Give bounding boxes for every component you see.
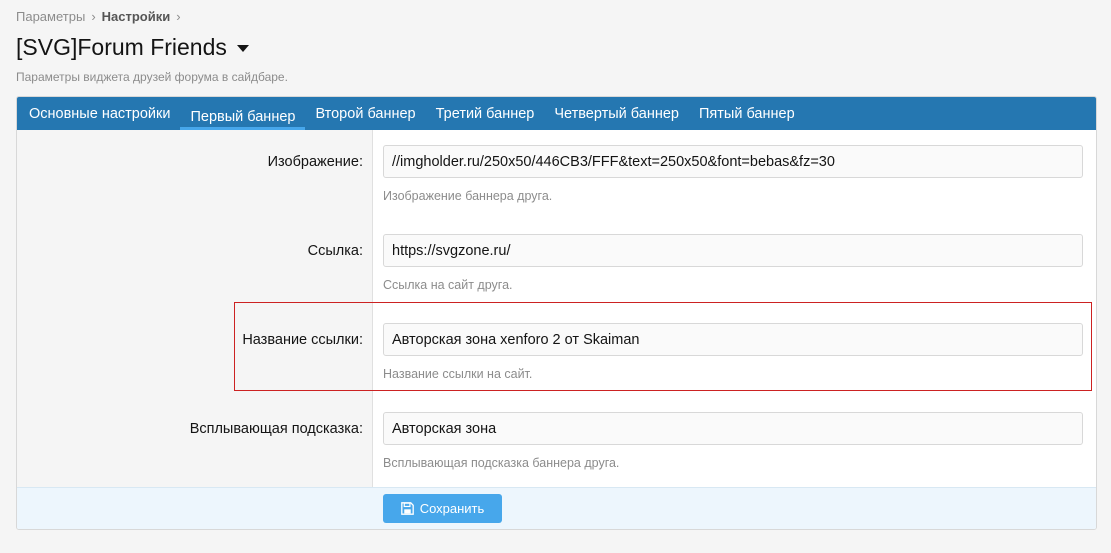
tooltip-label: Всплывающая подсказка: xyxy=(189,421,363,437)
floppy-disk-icon xyxy=(400,502,414,515)
save-button-label: Сохранить xyxy=(419,501,485,516)
breadcrumb-item-settings[interactable]: Настройки xyxy=(102,9,171,24)
page-description: Параметры виджета друзей форума в сайдба… xyxy=(16,70,288,84)
settings-panel: Основные настройки Первый баннер Второй … xyxy=(16,96,1097,530)
image-input[interactable]: //imgholder.ru/250x50/446CB3/FFF&text=25… xyxy=(383,145,1083,178)
link-label: Ссылка: xyxy=(307,243,363,259)
tab-second-banner[interactable]: Второй баннер xyxy=(305,97,425,130)
link-name-input[interactable]: Авторская зона xenforo 2 от Skaiman xyxy=(383,323,1083,356)
tooltip-hint: Всплывающая подсказка баннера друга. xyxy=(383,456,620,470)
tab-fourth-banner[interactable]: Четвертый баннер xyxy=(544,97,689,130)
link-name-hint: Название ссылки на сайт. xyxy=(383,367,533,381)
save-button[interactable]: Сохранить xyxy=(383,494,502,523)
tab-bar: Основные настройки Первый баннер Второй … xyxy=(17,97,1096,130)
image-hint: Изображение баннера друга. xyxy=(383,189,553,203)
tab-main-settings[interactable]: Основные настройки xyxy=(19,97,180,130)
tab-first-banner[interactable]: Первый баннер xyxy=(180,101,306,130)
link-hint: Ссылка на сайт друга. xyxy=(383,278,513,292)
breadcrumb: Параметры › Настройки › xyxy=(16,9,181,24)
page-title-text: [SVG]Forum Friends xyxy=(16,34,227,60)
image-label: Изображение: xyxy=(267,154,363,170)
link-input[interactable]: https://svgzone.ru/ xyxy=(383,234,1083,267)
caret-down-icon[interactable] xyxy=(236,45,249,52)
link-name-label: Название ссылки: xyxy=(242,332,363,348)
tab-fifth-banner[interactable]: Пятый баннер xyxy=(689,97,805,130)
form-footer: Сохранить xyxy=(17,487,1096,529)
breadcrumb-item-parameters[interactable]: Параметры xyxy=(16,9,85,24)
chevron-right-icon: › xyxy=(176,9,181,24)
tooltip-input[interactable]: Авторская зона xyxy=(383,412,1083,445)
chevron-right-icon: › xyxy=(91,9,96,24)
form-body: Изображение: //imgholder.ru/250x50/446CB… xyxy=(17,130,1096,487)
tab-third-banner[interactable]: Третий баннер xyxy=(426,97,545,130)
page-title[interactable]: [SVG]Forum Friends xyxy=(16,34,249,61)
